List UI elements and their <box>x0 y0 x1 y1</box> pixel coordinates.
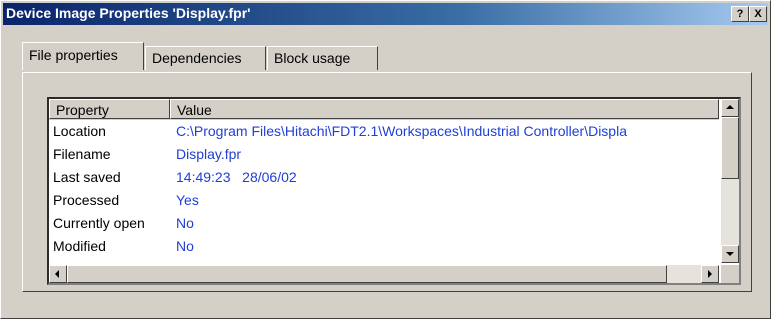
scroll-right-button[interactable] <box>701 265 719 283</box>
close-button[interactable]: X <box>749 6 767 22</box>
property-cell: Currently open <box>53 215 145 231</box>
value-cell: No <box>176 238 194 254</box>
property-cell: Last saved <box>53 169 121 185</box>
property-cell: Processed <box>53 192 120 208</box>
table-row[interactable]: Location C:\Program Files\Hitachi\FDT2.1… <box>49 120 719 143</box>
vertical-scroll-thumb[interactable] <box>721 117 739 179</box>
table-row[interactable]: Last saved 14:49:23 28/06/02 <box>49 166 719 189</box>
value-cell: Yes <box>176 192 199 208</box>
scroll-up-button[interactable] <box>721 99 739 117</box>
arrow-right-icon <box>708 270 712 278</box>
scroll-down-button[interactable] <box>721 245 739 263</box>
horizontal-scroll-thumb[interactable] <box>67 265 667 283</box>
scroll-left-button[interactable] <box>49 265 67 283</box>
column-header-property[interactable]: Property <box>49 99 170 119</box>
arrow-up-icon <box>726 105 734 109</box>
arrow-left-icon <box>55 270 59 278</box>
arrow-down-icon <box>726 252 734 256</box>
help-button[interactable]: ? <box>731 6 749 22</box>
vertical-scrollbar[interactable] <box>721 99 739 263</box>
tab-block-usage[interactable]: Block usage <box>267 46 378 70</box>
value-cell: Display.fpr <box>176 146 242 162</box>
tab-dependencies[interactable]: Dependencies <box>145 46 266 70</box>
table-row[interactable]: Filename Display.fpr <box>49 143 719 166</box>
value-cell: No <box>176 215 194 231</box>
title-bar[interactable]: Device Image Properties 'Display.fpr' ? … <box>3 3 768 25</box>
table-row[interactable]: Currently open No <box>49 212 719 235</box>
table-row[interactable]: Processed Yes <box>49 189 719 212</box>
tab-file-properties[interactable]: File properties <box>22 42 144 70</box>
property-cell: Filename <box>53 146 111 162</box>
properties-list[interactable]: Property Value Location C:\Program Files… <box>47 97 741 285</box>
property-cell: Modified <box>53 238 106 254</box>
scrollbar-corner <box>721 265 739 283</box>
list-rows: Location C:\Program Files\Hitachi\FDT2.1… <box>49 120 719 258</box>
window-title: Device Image Properties 'Display.fpr' <box>6 5 251 21</box>
value-cell: 14:49:23 28/06/02 <box>176 169 297 185</box>
value-cell: C:\Program Files\Hitachi\FDT2.1\Workspac… <box>176 123 627 139</box>
table-row[interactable]: Modified No <box>49 235 719 258</box>
tab-panel: Property Value Location C:\Program Files… <box>22 72 752 292</box>
list-header: Property Value <box>49 99 719 120</box>
column-header-value[interactable]: Value <box>170 99 719 119</box>
horizontal-scrollbar[interactable] <box>49 265 719 283</box>
property-cell: Location <box>53 123 106 139</box>
